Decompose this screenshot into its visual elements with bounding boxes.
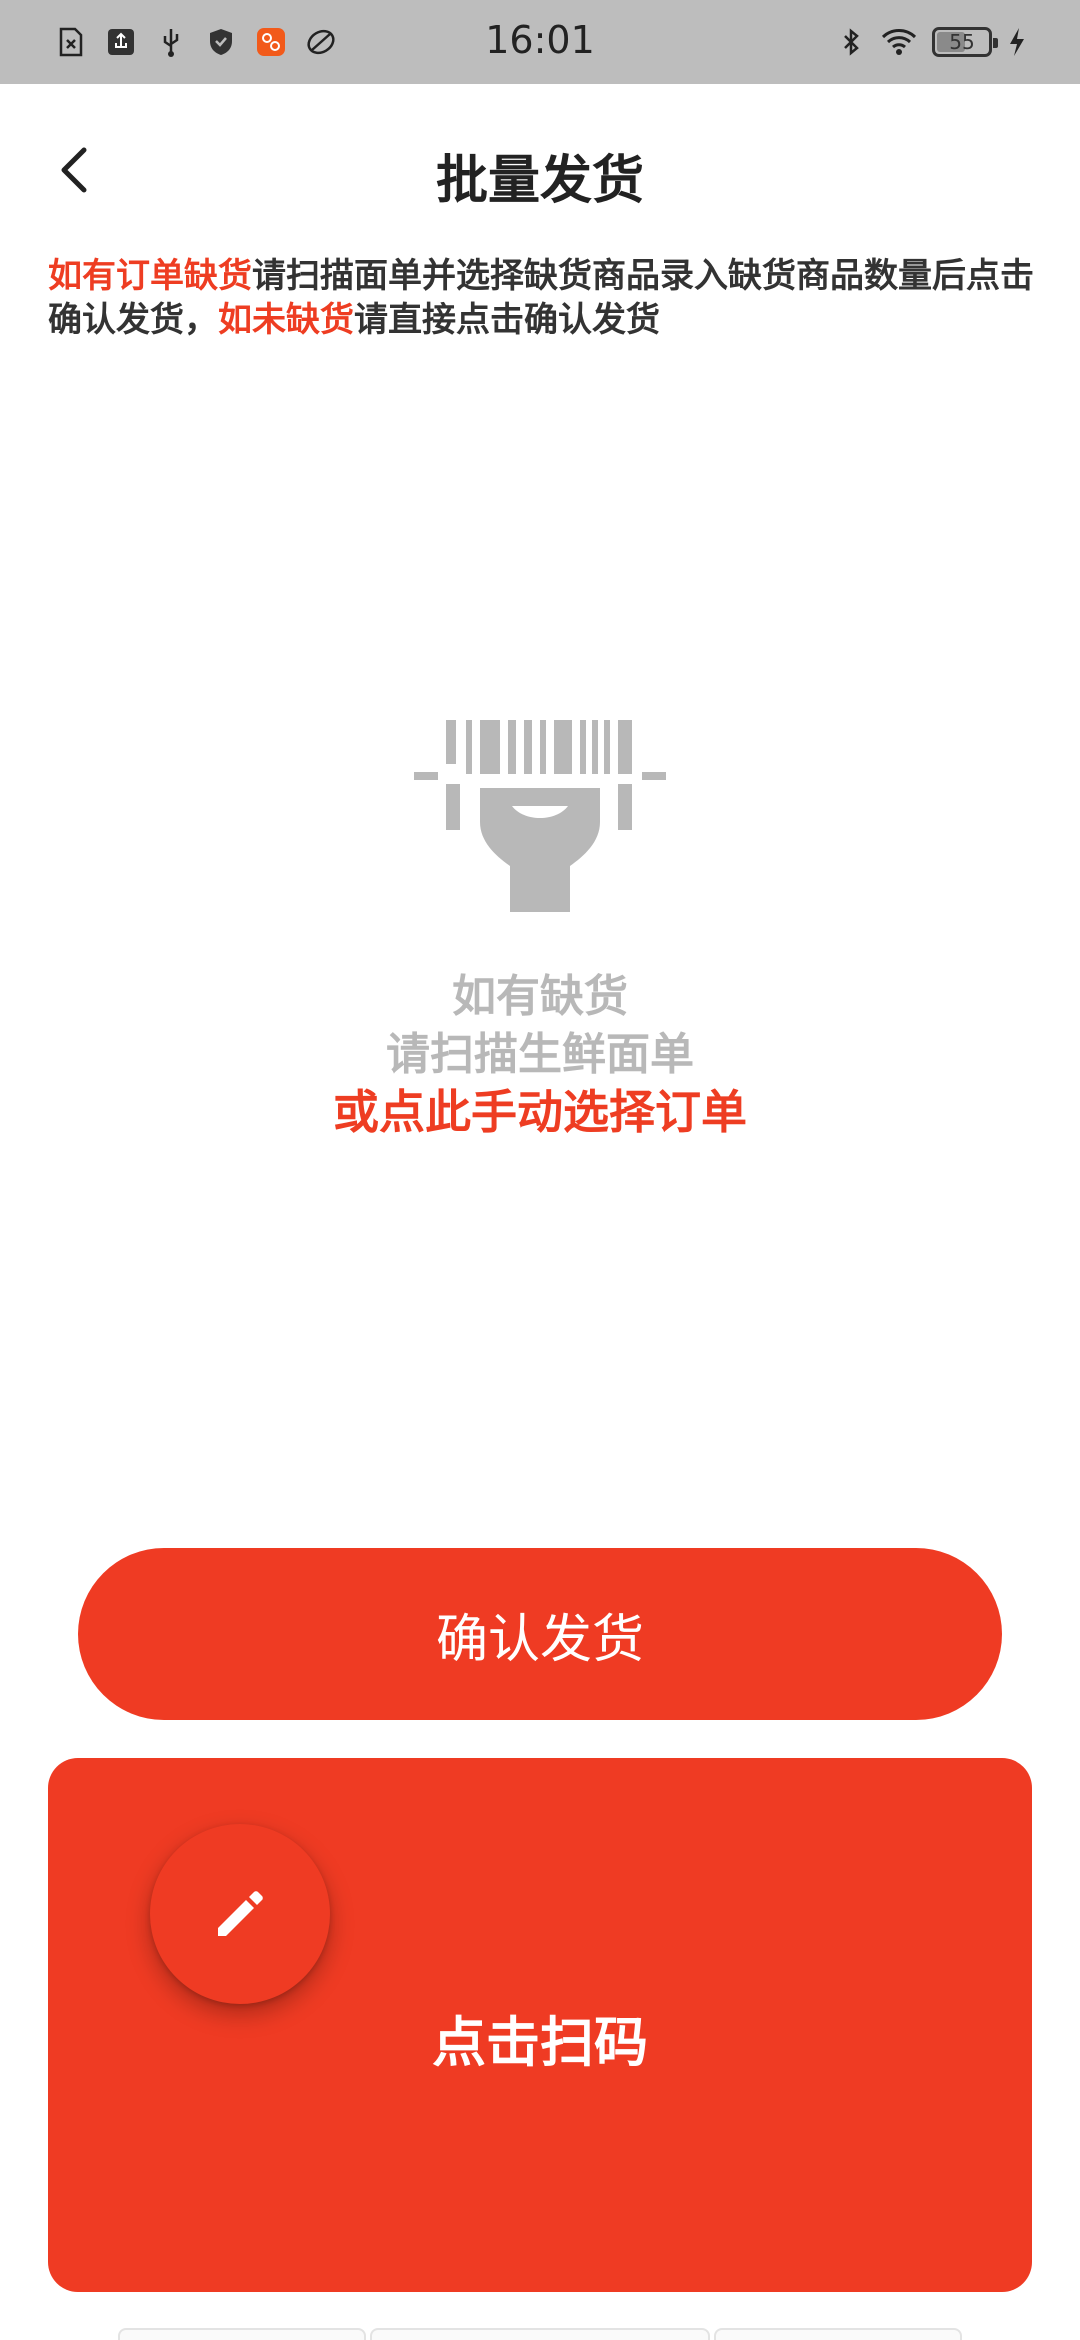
bottom-strip: [0, 2322, 1080, 2340]
status-bar: 16:01 55: [0, 0, 1080, 84]
notice-highlight-no-shortage: 如未缺货: [218, 300, 354, 340]
bottom-segment: [118, 2328, 366, 2340]
shortage-notice: 如有订单缺货请扫描面单并选择缺货商品录入缺货商品数量后点击确认发货，如未缺货请直…: [48, 254, 1038, 342]
header: 批量发货: [0, 84, 1080, 260]
status-right-icons: 55: [836, 22, 1028, 62]
manual-select-order-link[interactable]: 或点此手动选择订单: [0, 1076, 1080, 1142]
bottom-segment: [714, 2328, 962, 2340]
page-title: 批量发货: [435, 151, 644, 211]
scan-label: 点击扫码: [432, 2011, 648, 2074]
notice-text-confirm: 请直接点击确认发货: [354, 300, 660, 340]
charging-icon: [1006, 26, 1028, 58]
confirm-shipment-button[interactable]: 确认发货: [78, 1548, 1002, 1720]
battery-level: 55: [949, 30, 975, 54]
hint-scan-fresh-waybill: 请扫描生鲜面单: [386, 1029, 694, 1080]
bluetooth-icon: [836, 26, 866, 58]
pencil-icon: [218, 1891, 263, 1936]
scanner-illustration-icon: [412, 716, 668, 916]
bottom-segment: [370, 2328, 710, 2340]
page: 16:01 55 批量发货 如有订单缺货请扫描面单并选择缺货商品录入缺货商品数量…: [0, 0, 1080, 2340]
edit-button[interactable]: [150, 1824, 330, 2004]
scan-panel-button[interactable]: 点击扫码: [48, 1758, 1032, 2292]
notice-highlight-shortage: 如有订单缺货: [48, 256, 252, 296]
wifi-icon: [880, 26, 918, 58]
battery-icon: 55: [932, 27, 998, 57]
hint-shortage: 如有缺货: [452, 971, 628, 1022]
